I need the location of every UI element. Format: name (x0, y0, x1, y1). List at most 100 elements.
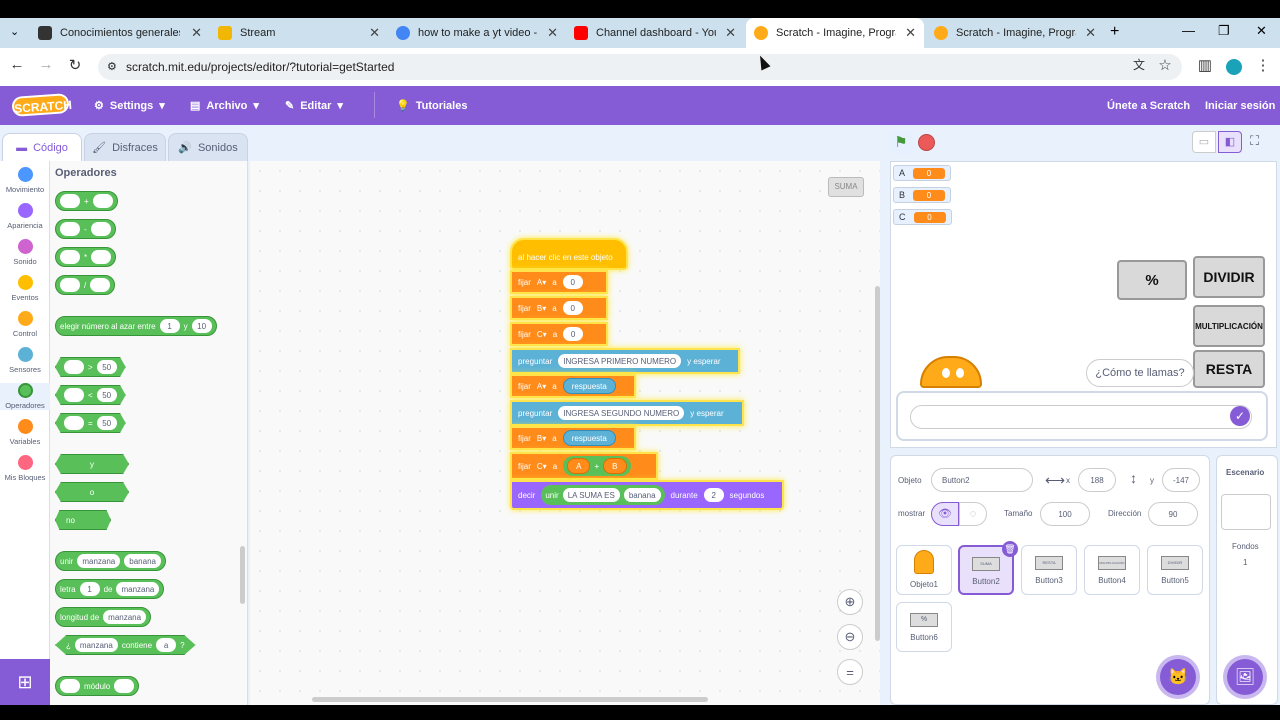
close-tab-icon[interactable]: ✕ (1085, 25, 1096, 41)
multiply-block[interactable]: * (55, 247, 117, 267)
sprite-tile-objeto1[interactable]: Objeto1 (896, 545, 952, 595)
monitor-c[interactable]: C0 (893, 209, 952, 225)
set-c-sum-block[interactable]: fijar C ▾ a A + B (510, 452, 658, 480)
divide-sprite[interactable]: DIVIDIR (1193, 256, 1265, 298)
subtract-block[interactable]: - (55, 219, 116, 239)
and-block[interactable]: y (55, 454, 129, 474)
sidebar-icon[interactable]: ▥ (1194, 56, 1216, 74)
slot[interactable]: banana (124, 554, 161, 568)
tab-sounds[interactable]: 🔊 Sonidos (168, 133, 248, 161)
slot[interactable]: manzana (116, 582, 160, 596)
add-operator[interactable]: A + B (563, 456, 631, 476)
category-motion[interactable]: Movimiento (0, 167, 50, 194)
percent-sprite[interactable]: % (1117, 260, 1187, 300)
slot[interactable]: 50 (96, 360, 117, 374)
zoom-out-button[interactable]: ⊖ (837, 624, 863, 650)
green-flag-button[interactable]: ⚑ (889, 130, 913, 154)
ask-first-block[interactable]: preguntar INGRESA PRIMERO NUMERO y esperar (510, 348, 740, 374)
var-a-reporter[interactable]: A (567, 458, 591, 474)
tab-code[interactable]: ▬ Código (2, 133, 82, 161)
category-events[interactable]: Eventos (0, 275, 50, 302)
question-slot[interactable]: INGRESA PRIMERO NUMERO (558, 354, 682, 368)
category-variables[interactable]: Variables (0, 419, 50, 446)
settings-menu[interactable]: ⚙ Settings ▾ (94, 86, 165, 125)
not-block[interactable]: no (55, 510, 111, 530)
slot[interactable]: 10 (191, 319, 212, 333)
add-block[interactable]: + (55, 191, 118, 211)
var-dropdown[interactable]: A ▾ (537, 382, 546, 391)
join-operator[interactable]: unir LA SUMA ES banana (541, 485, 665, 505)
secs-slot[interactable]: 2 (703, 488, 724, 502)
join-block[interactable]: unir manzana banana (55, 551, 166, 571)
restore-icon[interactable]: ❐ (1218, 23, 1230, 39)
palette-scrollbar[interactable] (240, 546, 245, 604)
delete-sprite-button[interactable]: 🗑 (1002, 541, 1018, 557)
set-a-answer-block[interactable]: fijar A ▾ a respuesta (510, 374, 636, 398)
tab-list-chevron-icon[interactable]: ⌄ (10, 25, 19, 38)
new-tab-icon[interactable]: + (1110, 23, 1119, 41)
category-sensing[interactable]: Sensores (0, 347, 50, 374)
h-scrollbar[interactable] (312, 697, 708, 702)
slot[interactable]: manzana (77, 554, 121, 568)
greater-than-block[interactable]: >50 (55, 357, 126, 377)
value-slot[interactable]: 0 (562, 275, 583, 289)
minimize-icon[interactable]: — (1182, 23, 1195, 38)
y-field[interactable]: -147 (1162, 468, 1200, 492)
slot[interactable]: 1 (159, 319, 180, 333)
value-slot[interactable]: 0 (563, 327, 584, 341)
url-field[interactable]: ⚙ scratch.mit.edu/projects/editor/?tutori… (98, 54, 1182, 80)
normal-stage-button[interactable]: ◧ (1218, 131, 1242, 153)
show-visible-button[interactable]: 👁 (931, 502, 959, 526)
less-than-block[interactable]: <50 (55, 385, 126, 405)
sprite-tile-button3[interactable]: RESTA Button3 (1021, 545, 1077, 595)
zoom-reset-button[interactable]: = (837, 659, 863, 685)
small-stage-button[interactable]: ▭ (1192, 131, 1216, 153)
tab-costumes[interactable]: 🖌 Disfraces (84, 133, 166, 161)
stop-button[interactable] (918, 134, 935, 151)
add-sprite-button[interactable]: 🐱 (1160, 659, 1196, 695)
slot[interactable]: manzana (103, 610, 147, 624)
back-icon[interactable]: ← (6, 56, 28, 73)
slot[interactable]: 50 (96, 416, 117, 430)
browser-tab-4[interactable]: Channel dashboard - YouTub ✕ (566, 18, 744, 48)
close-tab-icon[interactable]: ✕ (369, 25, 380, 41)
ghost-suma-block[interactable]: SUMA (828, 177, 864, 197)
join-scratch-link[interactable]: Únete a Scratch (1107, 86, 1190, 125)
value-slot[interactable]: 0 (562, 301, 583, 315)
answer-reporter[interactable]: respuesta (562, 430, 616, 446)
monitor-b[interactable]: B0 (893, 187, 952, 203)
slot[interactable]: 50 (96, 388, 117, 402)
var-dropdown[interactable]: C ▾ (537, 330, 547, 339)
set-b-answer-block[interactable]: fijar B ▾ a respuesta (510, 426, 636, 450)
sprite-tile-button5[interactable]: DIVIDIR Button5 (1147, 545, 1203, 595)
say-for-secs-block[interactable]: decir unir LA SUMA ES banana durante 2 segun… (510, 480, 784, 510)
close-tab-icon[interactable]: ✕ (725, 25, 736, 41)
sprite-tile-button4[interactable]: MULTIPLICACIÓN Button4 (1084, 545, 1140, 595)
edit-menu[interactable]: ✎ Editar ▾ (285, 86, 343, 125)
translate-icon[interactable]: 文 (1128, 56, 1150, 73)
close-tab-icon[interactable]: ✕ (191, 25, 202, 41)
subtract-sprite[interactable]: RESTA (1193, 350, 1265, 388)
profile-avatar[interactable] (1226, 59, 1242, 75)
equals-block[interactable]: = 50 (55, 413, 126, 433)
browser-tab-5[interactable]: Scratch - Imagine, Program, ✕ (746, 18, 924, 48)
length-of-block[interactable]: longitud de manzana (55, 607, 152, 627)
category-control[interactable]: Control (0, 311, 50, 338)
slot[interactable]: manzana (74, 638, 118, 652)
submit-answer-button[interactable]: ✓ (1230, 406, 1250, 426)
ask-second-block[interactable]: preguntar INGRESA SEGUNDO NUMERO y esperar (510, 400, 744, 426)
answer-input[interactable] (910, 405, 1252, 429)
add-extension-button[interactable]: ⊞ (0, 659, 50, 705)
close-tab-icon[interactable]: ✕ (547, 25, 558, 41)
contains-block[interactable]: ¿ manzana contiene a? (55, 635, 196, 655)
letter-of-block[interactable]: letra 1 de manzana (55, 579, 165, 599)
browser-tab-2[interactable]: Stream ✕ (210, 18, 388, 48)
category-operators[interactable]: Operadores (0, 383, 50, 410)
var-dropdown[interactable]: A ▾ (537, 278, 546, 287)
sign-in-link[interactable]: Iniciar sesión (1205, 86, 1275, 125)
browser-menu-icon[interactable]: ⋮ (1252, 56, 1274, 74)
site-info-icon[interactable]: ⚙ (107, 54, 117, 80)
show-hidden-button[interactable]: ◌ (959, 502, 987, 526)
close-window-icon[interactable]: ✕ (1256, 23, 1267, 39)
text-slot[interactable]: banana (623, 488, 661, 502)
